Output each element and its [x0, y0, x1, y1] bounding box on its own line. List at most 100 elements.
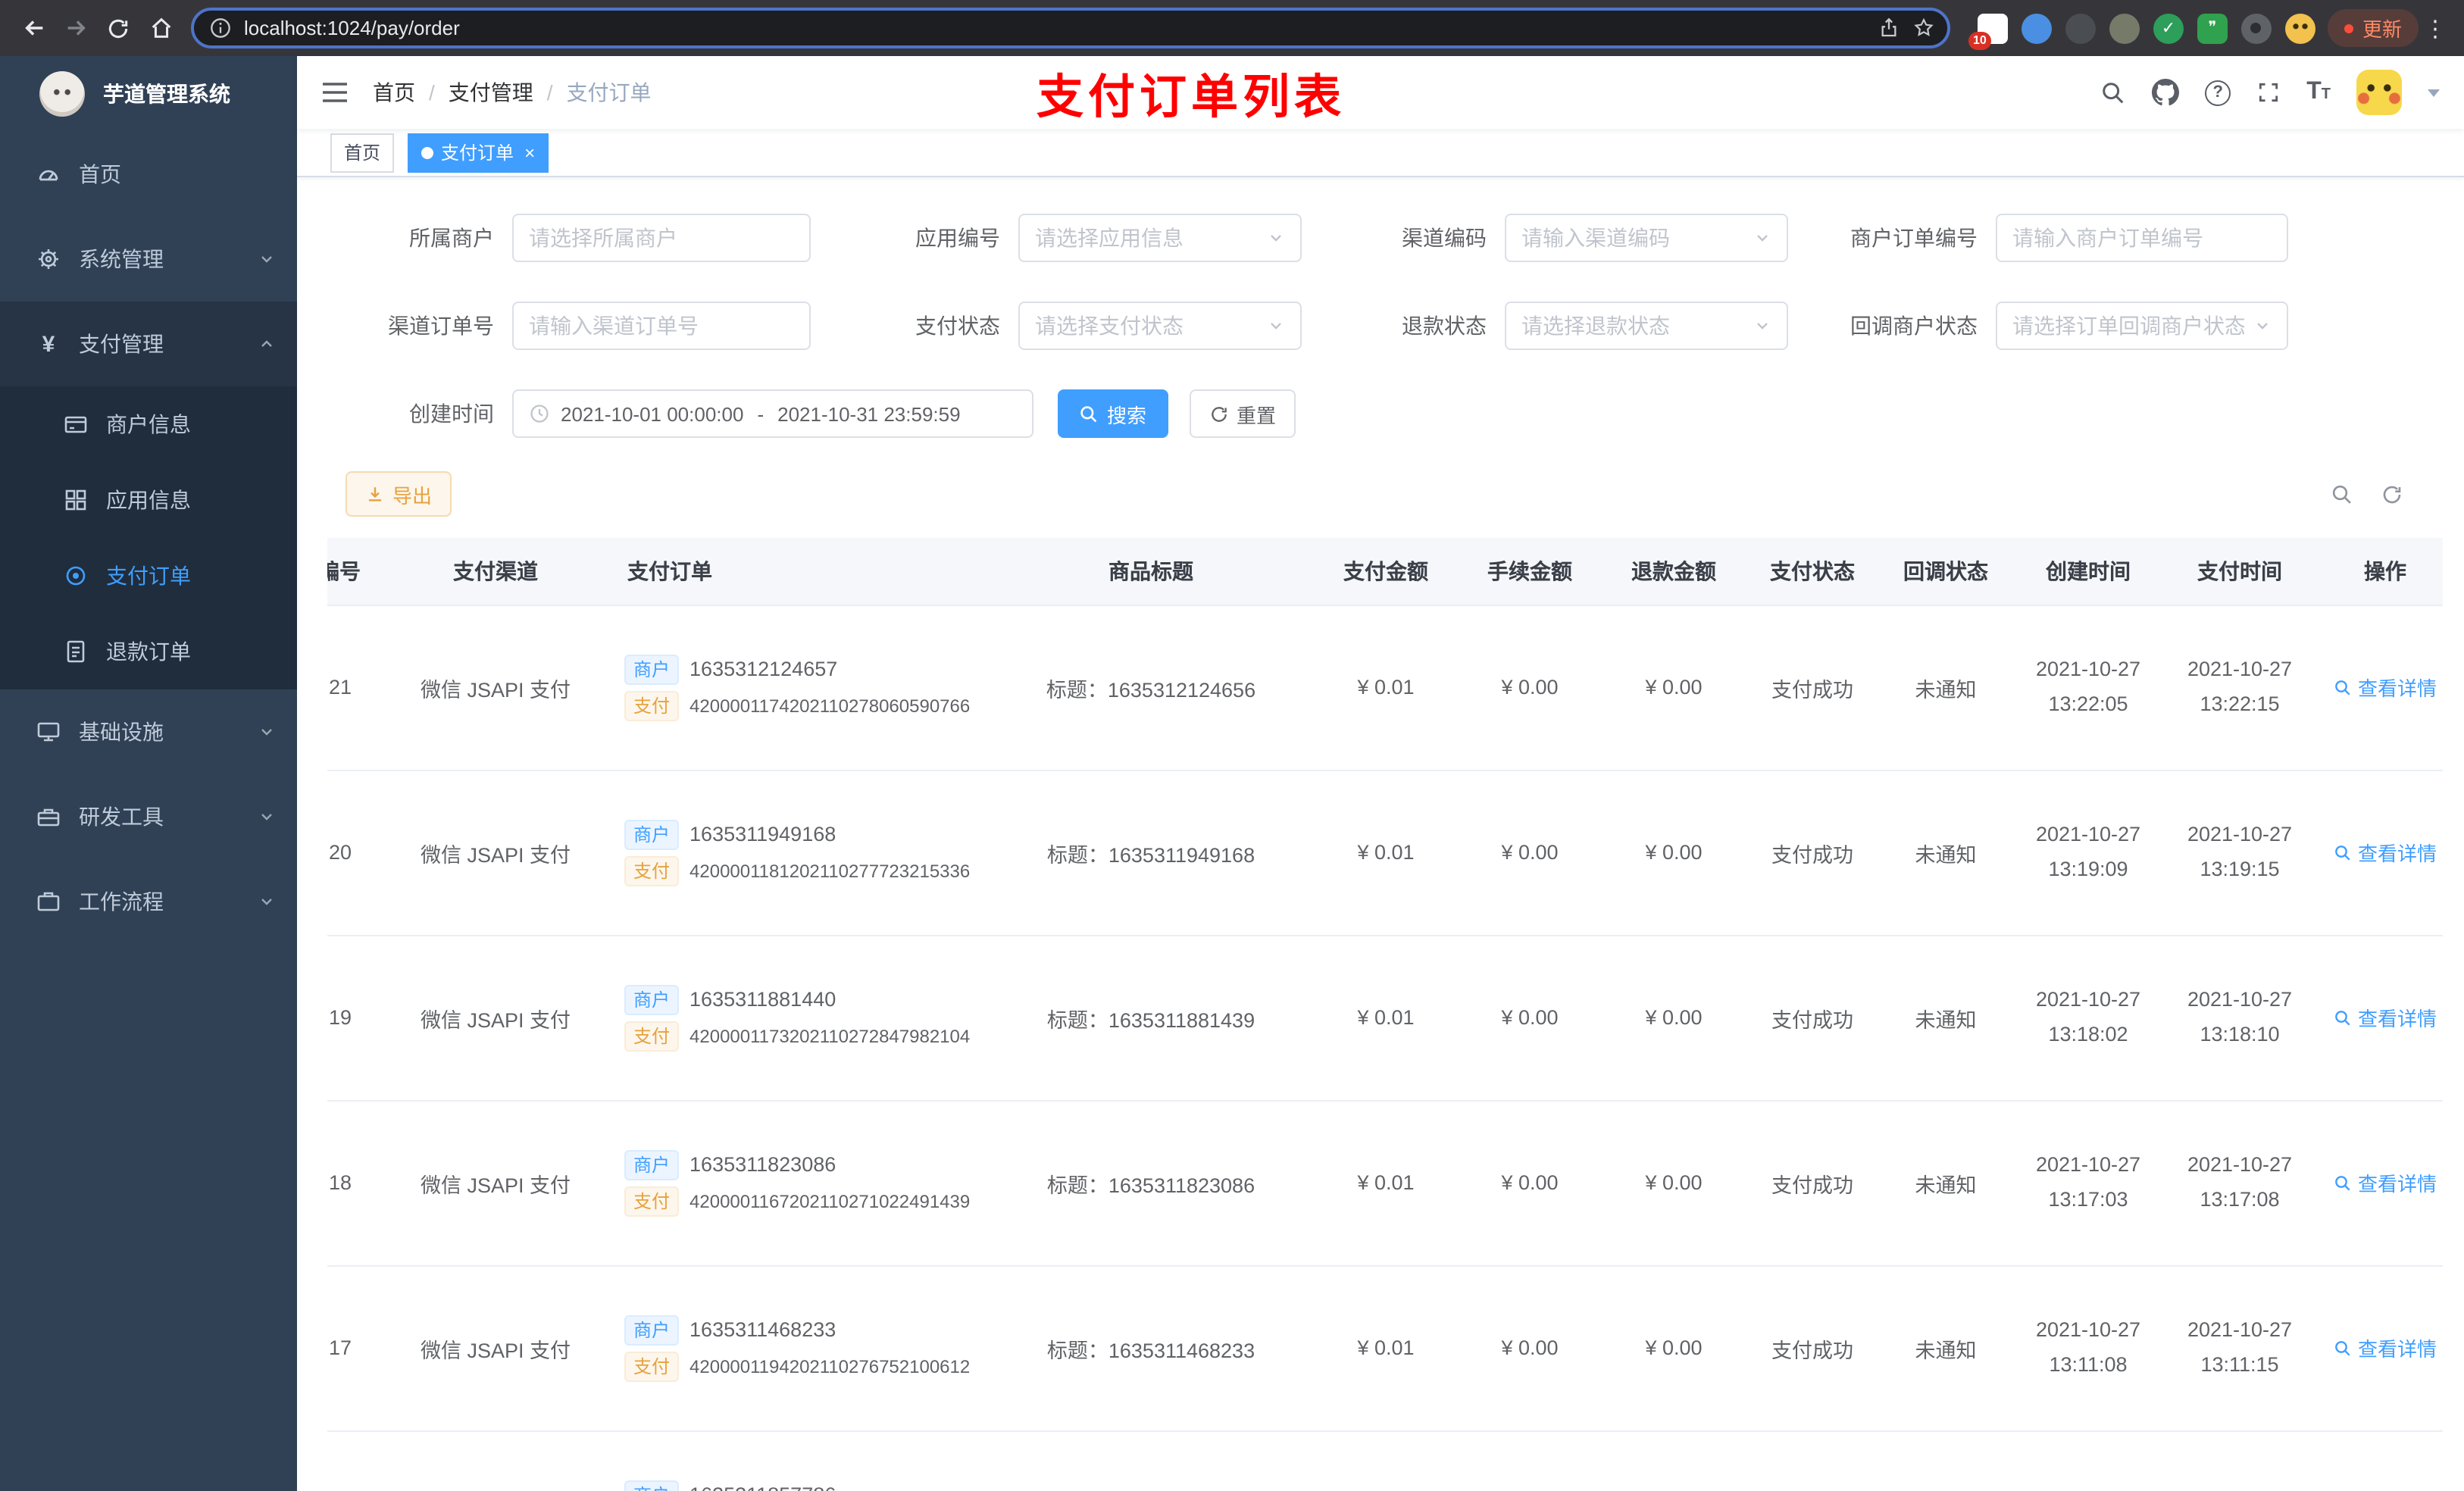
sidebar-item-pay-order[interactable]: 支付订单	[0, 538, 297, 614]
font-size-icon[interactable]: TT	[2306, 80, 2331, 105]
create-time-label: 创建时间	[409, 402, 494, 426]
sidebar-item-devtools[interactable]: 研发工具	[0, 774, 297, 859]
extension-blue-icon[interactable]	[2021, 13, 2052, 43]
sidebar-item-infra[interactable]: 基础设施	[0, 689, 297, 774]
user-avatar[interactable]	[2356, 70, 2402, 115]
extensions-pin-icon[interactable]	[2240, 13, 2272, 43]
table-row: 19 微信 JSAPI 支付 商户 1635311881440 支付 4200001…	[327, 935, 2443, 1101]
merchant-select[interactable]: 请选择所属商户	[512, 214, 811, 262]
extension-dark-icon[interactable]	[2065, 13, 2096, 43]
pay-order-cell: 商户 1635311881440 支付 4200001173202110272847…	[609, 935, 988, 1101]
refresh-icon[interactable]	[2381, 483, 2403, 505]
col-actions: 操作	[2315, 538, 2443, 605]
view-detail-link[interactable]: 查看详情	[2334, 1333, 2437, 1362]
merchant-order-no-input[interactable]: 请输入商户订单编号	[1996, 214, 2288, 262]
sidebar-item-app-info[interactable]: 应用信息	[0, 462, 297, 538]
chevron-down-icon	[258, 723, 276, 741]
back-icon[interactable]	[12, 7, 55, 49]
col-pay-status: 支付状态	[1746, 538, 1879, 605]
date-start-value[interactable]: 2021-10-01 00:00:00	[561, 402, 743, 425]
gear-icon	[36, 247, 61, 271]
status-cell: 支付成功	[1746, 935, 1879, 1101]
extension-chat-icon[interactable]	[2197, 13, 2228, 43]
sidebar-item-home[interactable]: 首页	[0, 132, 297, 217]
notify-cell: 未通知	[1879, 1100, 2012, 1266]
url-bar[interactable]: localhost:1024/pay/order	[191, 8, 1950, 48]
reset-button[interactable]: 重置	[1190, 389, 1296, 438]
channel-code-select[interactable]: 请输入渠道编码	[1505, 214, 1788, 262]
view-detail-link[interactable]: 查看详情	[2334, 838, 2437, 867]
merchant-tag: 商户	[624, 984, 680, 1014]
channel-cell: 微信 JSAPI 支付	[382, 605, 609, 771]
app-id-select[interactable]: 请选择应用信息	[1018, 214, 1302, 262]
browser-update-button[interactable]: 更新	[2327, 9, 2419, 47]
col-id: 编号	[327, 538, 382, 605]
pay-order-cell: 商户1635311857786 支付	[609, 1430, 988, 1491]
pay-tag: 支付	[624, 690, 680, 720]
extension-badge: 10	[1968, 31, 1991, 49]
active-dot-icon	[421, 146, 434, 158]
fullscreen-icon[interactable]	[2256, 80, 2281, 105]
notify-status-select[interactable]: 请选择订单回调商户状态	[1996, 302, 2288, 350]
tab-pay-order[interactable]: 支付订单 ×	[408, 133, 549, 172]
url-text[interactable]: localhost:1024/pay/order	[244, 17, 1865, 39]
channel-code-label: 渠道编码	[1402, 226, 1487, 250]
briefcase-icon	[36, 889, 61, 914]
share-icon[interactable]	[1878, 17, 1900, 39]
table-row-partial: 商户1635311857786 支付	[327, 1430, 2443, 1491]
extension-olive-icon[interactable]	[2109, 13, 2140, 43]
pay-submenu: 商户信息 应用信息 支付订单 退款订单	[0, 386, 297, 689]
pay-status-select[interactable]: 请选择支付状态	[1018, 302, 1302, 350]
chevron-down-icon	[1753, 229, 1771, 247]
dashboard-icon	[36, 162, 61, 186]
browser-menu-icon[interactable]	[2419, 14, 2452, 42]
merchant-tag: 商户	[624, 1314, 680, 1345]
github-icon[interactable]	[2152, 79, 2180, 106]
extension-check-icon[interactable]	[2153, 13, 2184, 43]
help-icon[interactable]: ?	[2205, 80, 2231, 105]
table-row: 18 微信 JSAPI 支付 商户 1635311823086 支付 4200001…	[327, 1100, 2443, 1266]
sidebar-item-system[interactable]: 系统管理	[0, 217, 297, 302]
home-icon[interactable]	[139, 7, 182, 49]
app-id-label: 应用编号	[915, 226, 1000, 250]
site-info-icon[interactable]	[209, 17, 232, 39]
search-button[interactable]: 搜索	[1058, 389, 1168, 438]
merchant-order-no-label: 商户订单编号	[1850, 226, 1978, 250]
sidebar-item-merchant-info[interactable]: 商户信息	[0, 386, 297, 462]
sidebar-item-workflow[interactable]: 工作流程	[0, 859, 297, 944]
view-detail-link[interactable]: 查看详情	[2334, 1168, 2437, 1197]
hide-search-icon[interactable]	[2331, 483, 2353, 505]
merchant-tag: 商户	[624, 654, 680, 684]
col-title: 商品标题	[988, 538, 1314, 605]
view-detail-link[interactable]: 查看详情	[2334, 673, 2437, 702]
create-time-range-picker[interactable]: 2021-10-01 00:00:00 - 2021-10-31 23:59:5…	[512, 389, 1033, 438]
title-cell	[988, 1430, 1314, 1491]
reload-icon[interactable]	[97, 7, 139, 49]
app-logo[interactable]: 芋道管理系统	[0, 56, 297, 132]
browser-profile-avatar[interactable]	[2284, 13, 2315, 43]
chevron-down-icon	[2253, 317, 2272, 335]
breadcrumb-home[interactable]: 首页	[373, 77, 415, 108]
tab-home[interactable]: 首页	[330, 133, 395, 172]
sidebar-item-refund-order[interactable]: 退款订单	[0, 614, 297, 689]
breadcrumb-section[interactable]: 支付管理	[449, 77, 533, 108]
date-end-value[interactable]: 2021-10-31 23:59:59	[777, 402, 960, 425]
browser-window: localhost:1024/pay/order 10 更新	[0, 0, 2464, 1491]
chevron-down-icon	[1753, 317, 1771, 335]
forward-icon[interactable]	[55, 7, 97, 49]
avatar-caret-icon[interactable]	[2428, 89, 2440, 96]
refund-status-select[interactable]: 请选择退款状态	[1505, 302, 1788, 350]
export-button[interactable]: 导出	[346, 471, 452, 517]
logo-avatar	[39, 71, 85, 117]
search-icon[interactable]	[2100, 80, 2126, 105]
title-cell: 标题：1635311881439	[988, 935, 1314, 1101]
pay-tag: 支付	[624, 1186, 680, 1216]
extension-apps-icon[interactable]: 10	[1968, 13, 2008, 49]
hamburger-icon[interactable]	[297, 56, 373, 129]
sidebar-item-pay[interactable]: ¥ 支付管理	[0, 302, 297, 386]
pay-order-cell: 商户 1635311823086 支付 4200001167202110271022…	[609, 1100, 988, 1266]
channel-order-no-input[interactable]: 请输入渠道订单号	[512, 302, 811, 350]
view-detail-link[interactable]: 查看详情	[2334, 1003, 2437, 1032]
tab-close-icon[interactable]: ×	[524, 143, 535, 161]
bookmark-star-icon[interactable]	[1912, 17, 1935, 39]
